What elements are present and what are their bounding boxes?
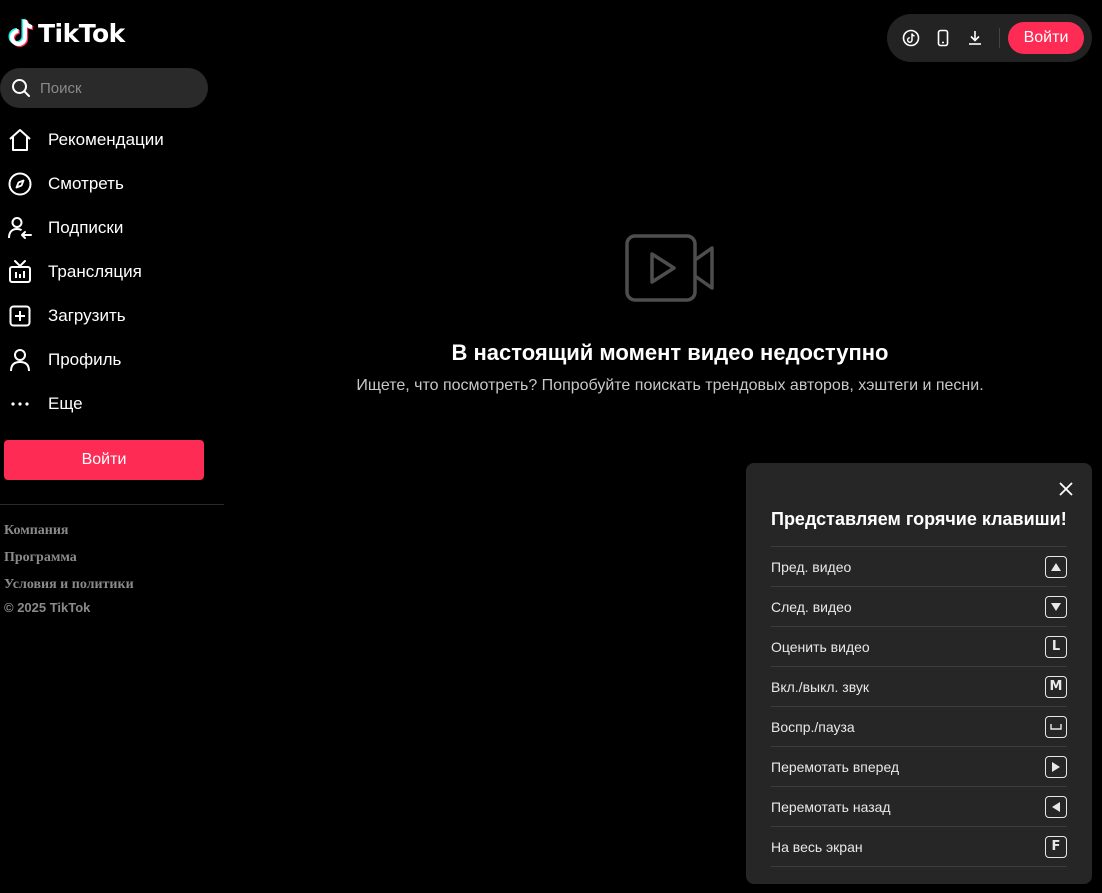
shortcut-label: Пред. видео [771, 558, 852, 575]
sidebar-divider [0, 504, 224, 505]
search-icon [12, 79, 30, 97]
nav-label: Еще [48, 394, 83, 413]
arrow-left-key-icon [1045, 795, 1067, 818]
shortcut-label: Вкл./выкл. звук [771, 678, 869, 695]
tiktok-logo[interactable]: TikTok [8, 16, 125, 50]
more-icon [7, 391, 33, 417]
shortcuts-title: Представляем горячие клавиши! [771, 509, 1067, 529]
nav-label: Трансляция [48, 262, 142, 281]
shortcut-key: M [1045, 675, 1067, 698]
top-toolbar: Войти [887, 14, 1092, 62]
compass-icon [7, 171, 33, 197]
tiktok-coin-icon[interactable] [899, 26, 923, 50]
search-input[interactable] [40, 79, 190, 97]
upload-icon [7, 303, 33, 329]
space-key-icon [1045, 715, 1067, 738]
profile-icon [7, 347, 33, 373]
top-login-button[interactable]: Войти [1008, 22, 1084, 54]
shortcut-row: Перемотать назад [771, 787, 1067, 827]
shortcut-label: Перемотать вперед [771, 758, 900, 775]
nav-item-live[interactable]: Трансляция [0, 250, 220, 294]
shortcut-row: Оценить видео L [771, 627, 1067, 667]
shortcut-row: Пред. видео [771, 547, 1067, 587]
shortcut-row: Перемотать вперед [771, 747, 1067, 787]
shortcut-key: F [1045, 835, 1067, 858]
shortcut-label: След. видео [771, 598, 852, 615]
footer-links: Компания Программа Условия и политики [4, 522, 134, 603]
nav-item-more[interactable]: Еще [0, 382, 220, 426]
nav-label: Загрузить [48, 306, 126, 325]
shortcuts-panel: Представляем горячие клавиши! Пред. виде… [746, 463, 1092, 884]
footer-link-company[interactable]: Компания [4, 522, 134, 549]
shortcut-label: Перемотать назад [771, 798, 891, 815]
nav-item-profile[interactable]: Профиль [0, 338, 220, 382]
nav-label: Смотреть [48, 174, 124, 193]
shortcut-label: Воспр./пауза [771, 718, 855, 735]
close-icon[interactable] [1056, 479, 1076, 499]
copyright-text: © 2025 TikTok [4, 600, 91, 615]
nav-item-following[interactable]: Подписки [0, 206, 220, 250]
nav-label: Рекомендации [48, 130, 164, 149]
footer-link-terms[interactable]: Условия и политики [4, 576, 134, 603]
shortcut-label: На весь экран [771, 838, 863, 855]
sidebar-nav: Рекомендации Смотреть Подписки Трансляци… [0, 118, 220, 426]
video-unavailable-icon [625, 234, 714, 302]
mobile-app-icon[interactable] [931, 26, 955, 50]
live-tv-icon [7, 259, 33, 285]
arrow-up-key-icon [1045, 555, 1067, 578]
search-box[interactable] [0, 68, 208, 108]
logo-text: TikTok [38, 18, 125, 48]
shortcut-row: Воспр./пауза [771, 707, 1067, 747]
arrow-right-key-icon [1045, 755, 1067, 778]
unavailable-title: В настоящий момент видео недоступно [451, 340, 889, 365]
sidebar-login-button[interactable]: Войти [4, 440, 204, 480]
following-icon [7, 215, 33, 241]
shortcut-key: L [1045, 635, 1067, 658]
toolbar-separator [999, 28, 1000, 48]
shortcut-label: Оценить видео [771, 638, 870, 655]
tiktok-note-icon [8, 18, 34, 47]
shortcuts-list: Пред. видео След. видео Оценить видео L … [771, 546, 1067, 867]
unavailable-subtitle: Ищете, что посмотреть? Попробуйте поиска… [356, 377, 984, 394]
shortcut-row: Вкл./выкл. звук M [771, 667, 1067, 707]
nav-label: Подписки [48, 218, 124, 237]
download-icon[interactable] [963, 26, 987, 50]
nav-label: Профиль [48, 350, 122, 369]
home-icon [7, 127, 33, 153]
footer-link-program[interactable]: Программа [4, 549, 134, 576]
arrow-down-key-icon [1045, 595, 1067, 618]
nav-item-recommendations[interactable]: Рекомендации [0, 118, 220, 162]
shortcut-row: На весь экран F [771, 827, 1067, 867]
nav-item-explore[interactable]: Смотреть [0, 162, 220, 206]
nav-item-upload[interactable]: Загрузить [0, 294, 220, 338]
shortcut-row: След. видео [771, 587, 1067, 627]
